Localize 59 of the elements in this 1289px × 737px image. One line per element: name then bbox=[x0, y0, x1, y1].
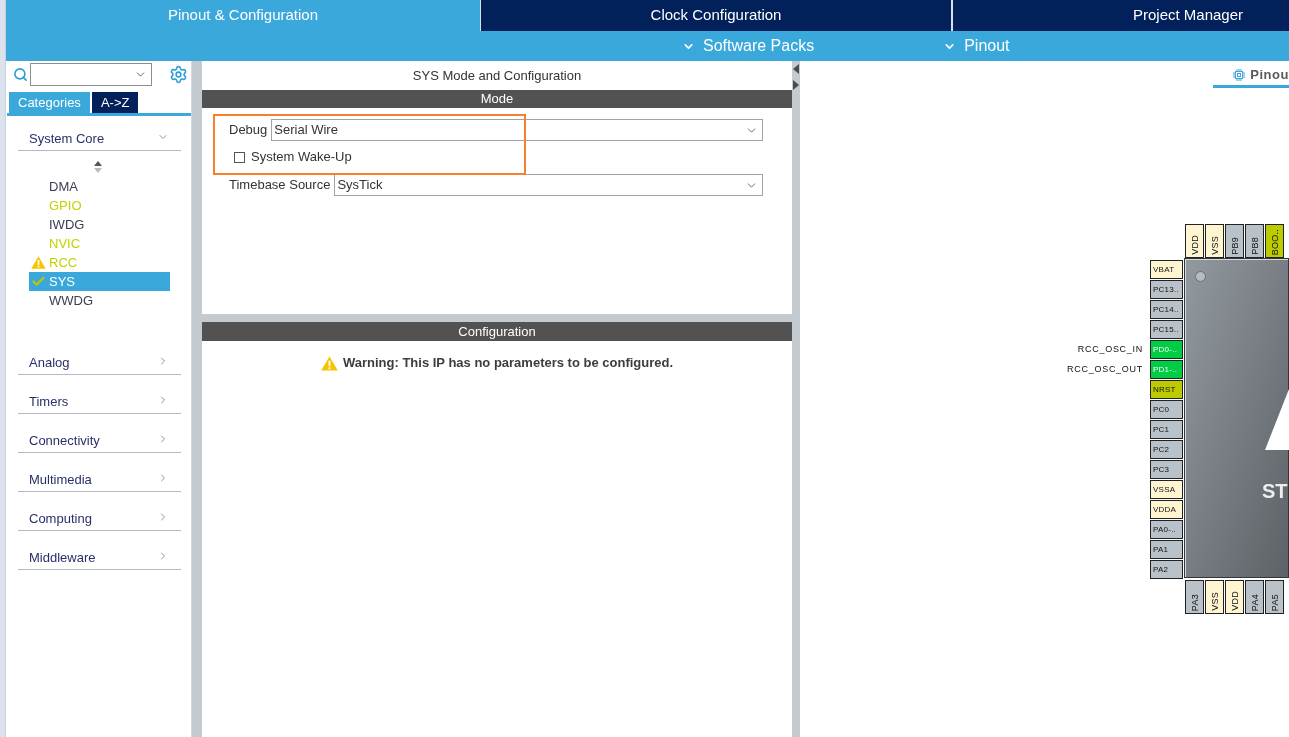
chip-pin[interactable]: PC13.. bbox=[1150, 280, 1183, 299]
chip-pin[interactable]: PA4 bbox=[1245, 580, 1264, 614]
chip-pin[interactable]: BOO.. bbox=[1265, 224, 1284, 258]
chip-logo-icon bbox=[1265, 389, 1289, 450]
pin-one-marker-icon bbox=[1195, 271, 1206, 282]
category-header[interactable]: Middleware bbox=[18, 531, 181, 570]
category-header[interactable]: System Core bbox=[18, 116, 181, 151]
chip-pin[interactable]: PC1 bbox=[1150, 420, 1183, 439]
chip-pin[interactable]: PB8 bbox=[1245, 224, 1264, 258]
chip-pin[interactable]: VBAT bbox=[1150, 260, 1183, 279]
sort-icon[interactable] bbox=[94, 161, 102, 173]
category-header[interactable]: Computing bbox=[18, 492, 181, 531]
chip-marking: ST bbox=[1262, 479, 1288, 503]
warning-icon bbox=[320, 355, 338, 371]
chip-pin[interactable]: PA2 bbox=[1150, 560, 1183, 579]
chip-pin[interactable]: PC0 bbox=[1150, 400, 1183, 419]
chip-pin[interactable]: PA3 bbox=[1185, 580, 1204, 614]
chip-pin[interactable]: PA0-.. bbox=[1150, 520, 1183, 539]
select-field[interactable]: Serial Wire bbox=[271, 119, 763, 141]
category-header[interactable]: Timers bbox=[18, 375, 181, 414]
chip-pin[interactable]: VDD bbox=[1185, 224, 1204, 258]
chip-icon bbox=[1233, 68, 1246, 81]
chip-pin[interactable]: PC14.. bbox=[1150, 300, 1183, 319]
chip-pin[interactable]: PC15.. bbox=[1150, 320, 1183, 339]
sidebar-item[interactable]: DMA bbox=[29, 177, 170, 196]
pin-signal-label: RCC_OSC_IN bbox=[1077, 342, 1143, 356]
chip-pin[interactable]: VDD bbox=[1225, 580, 1244, 614]
search-icon[interactable] bbox=[13, 67, 28, 82]
category-header[interactable]: Analog bbox=[18, 336, 181, 375]
chip-pin[interactable]: VDDA bbox=[1150, 500, 1183, 519]
chip-pin[interactable]: PB9 bbox=[1225, 224, 1244, 258]
view-tab[interactable]: Pinou bbox=[1213, 64, 1289, 88]
settings-icon[interactable] bbox=[169, 65, 188, 84]
top-tab[interactable]: Clock Configuration bbox=[480, 0, 951, 31]
chip-pin[interactable]: VSS bbox=[1205, 224, 1224, 258]
section-header: Configuration bbox=[202, 322, 792, 341]
pin-signal-label: RCC_OSC_OUT bbox=[1067, 362, 1143, 376]
chip-pin[interactable]: PA5 bbox=[1265, 580, 1284, 614]
sidebar-item[interactable]: IWDG bbox=[29, 215, 170, 234]
chip-pin[interactable]: PA1 bbox=[1150, 540, 1183, 559]
chip-pin[interactable]: NRST bbox=[1150, 380, 1183, 399]
sidebar-tab[interactable]: A->Z bbox=[91, 92, 139, 113]
field-label: Timebase Source bbox=[229, 176, 331, 195]
sidebar-item[interactable]: WWDG bbox=[29, 291, 170, 310]
checkbox-label[interactable]: System Wake-Up bbox=[251, 147, 352, 167]
top-tab[interactable]: Project Manager bbox=[951, 0, 1289, 31]
select-field[interactable]: SysTick bbox=[334, 174, 763, 196]
warning-message: Warning: This IP has no parameters to be configured. bbox=[342, 354, 674, 372]
search-combobox[interactable] bbox=[30, 63, 152, 86]
category-header[interactable]: Multimedia bbox=[18, 453, 181, 492]
section-header: Mode bbox=[202, 90, 792, 108]
chip-pin[interactable]: VSSA bbox=[1150, 480, 1183, 499]
chip-pin[interactable]: VSS bbox=[1205, 580, 1224, 614]
field-label: Debug bbox=[229, 121, 268, 140]
chip-pin[interactable]: PC3 bbox=[1150, 460, 1183, 479]
category-header[interactable]: Connectivity bbox=[18, 414, 181, 453]
chip-pin[interactable]: PC2 bbox=[1150, 440, 1183, 459]
checkbox[interactable] bbox=[234, 151, 245, 163]
panel-title: SYS Mode and Configuration bbox=[412, 66, 582, 85]
